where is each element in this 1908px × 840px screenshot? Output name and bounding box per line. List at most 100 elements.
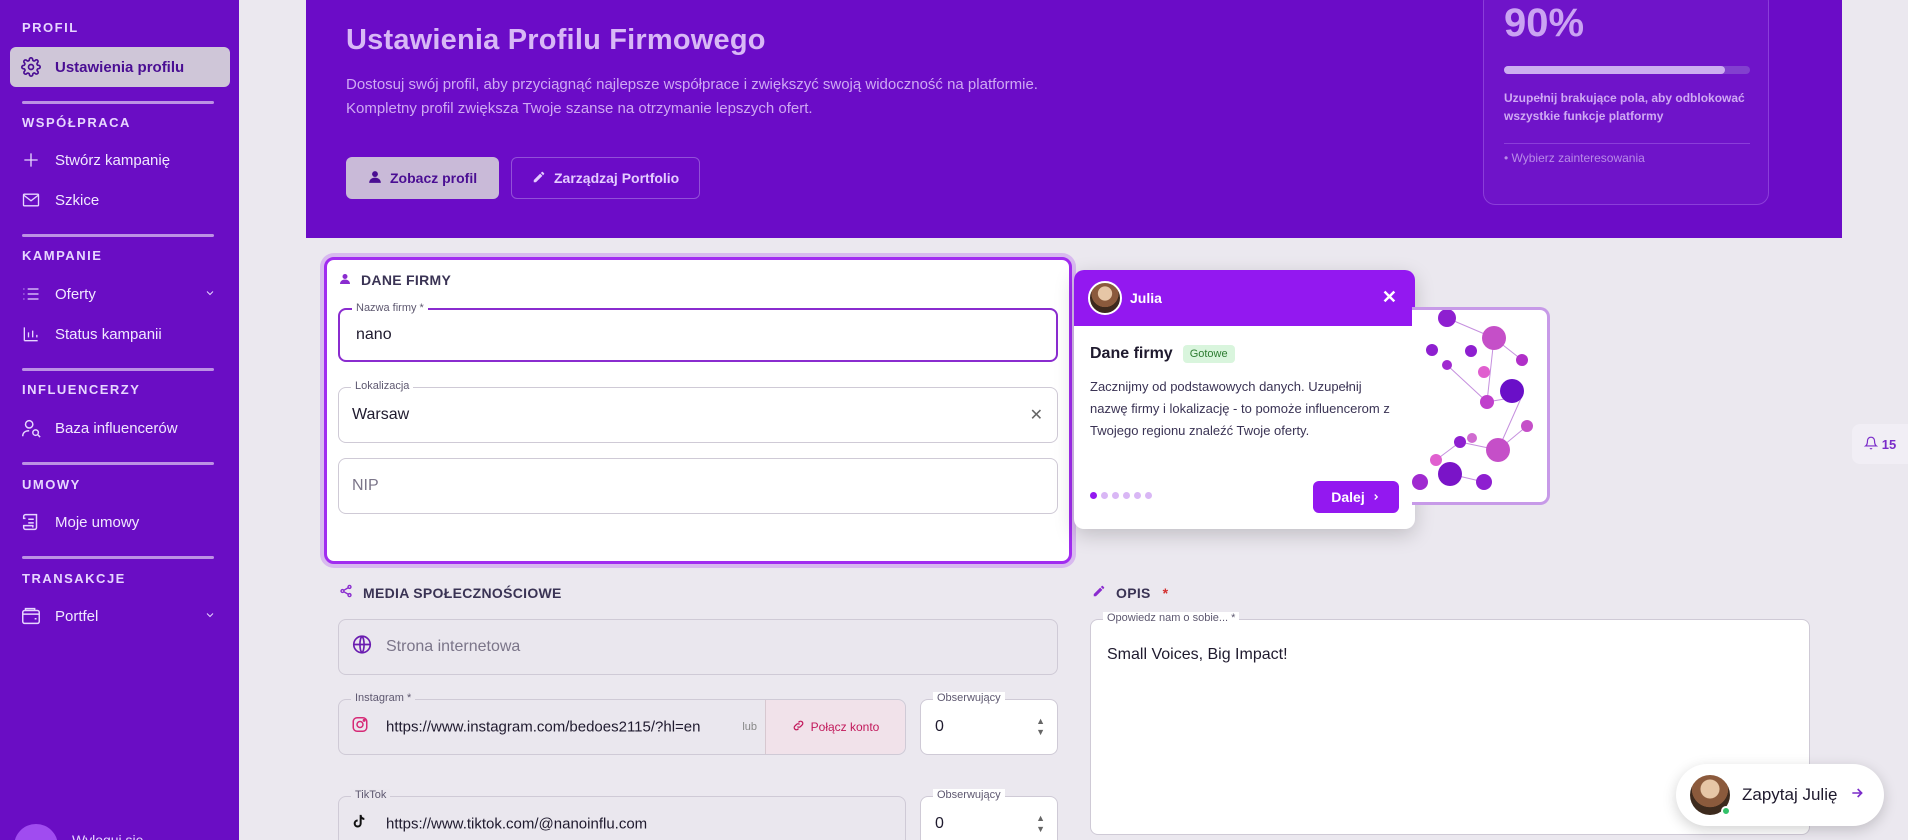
page-description: Dostosuj swój profil, aby przyciągnąć na… [346,76,1038,117]
sidebar-item-stworz-kampanie[interactable]: Stwórz kampanię [10,140,230,180]
bell-icon [1863,436,1878,453]
bar-chart-icon [20,323,42,345]
logout-label[interactable]: Wyloguj się [72,832,143,840]
firm-data-card: DANE FIRMY Nazwa firmy * nano Lokalizacj… [324,257,1072,564]
link-icon [792,719,805,735]
notifications-count: 15 [1881,436,1897,452]
description-label: Opowiedz nam o sobie... * [1103,612,1240,624]
required-marker: * [1162,584,1169,601]
sidebar-item-label: Oferty [55,285,96,303]
close-icon[interactable]: ✕ [1382,287,1397,308]
pencil-icon [532,170,546,187]
social-media-title: MEDIA SPOŁECZNOŚCIOWE [339,584,562,601]
connect-account-button[interactable]: Połącz konto [765,700,905,754]
location-field[interactable]: Lokalizacja Warsaw ✕ [338,380,1058,443]
instagram-label: Instagram * [351,692,416,704]
tiktok-field[interactable]: TikTok https://www.tiktok.com/@nanoinflu… [338,789,906,840]
online-indicator [1721,806,1731,816]
status-badge: Gotowe [1182,345,1235,363]
next-button[interactable]: Dalej [1313,481,1399,513]
or-label: lub [742,721,757,733]
avatar [1088,281,1122,315]
connect-account-label: Połącz konto [810,720,880,734]
chevron-down-icon [204,608,216,625]
sidebar-item-baza-influencerow[interactable]: Baza influencerów [10,408,230,448]
section-transakcje: TRANSAKCJE [22,571,126,586]
scroll-icon [20,511,42,533]
tooltip-title-label: Dane firmy [1090,345,1173,362]
sidebar-item-ustawienia-profilu[interactable]: Ustawienia profilu [10,47,230,87]
location-value: Warsaw [352,406,410,423]
instagram-followers-field[interactable]: Obserwujący 0 ▲ ▼ [920,692,1058,755]
section-wspolpraca: WSPÓŁPRACA [22,115,131,130]
divider [22,234,214,237]
description-title-label: OPIS [1116,584,1151,601]
website-field[interactable]: Strona internetowa [338,619,1058,675]
plus-icon [20,149,42,171]
sidebar-item-moje-umowy[interactable]: Moje umowy [10,502,230,542]
section-profil: PROFIL [22,20,79,35]
onboarding-tooltip: Julia ✕ Dane firmy Gotowe Zacznijmy od p… [1074,270,1415,529]
divider [22,556,214,559]
network-illustration [1412,307,1550,505]
next-label: Dalej [1331,489,1365,505]
user-icon [368,170,382,187]
sidebar-item-szkice[interactable]: Szkice [10,180,230,220]
tiktok-value: https://www.tiktok.com/@nanoinflu.com [386,815,648,833]
number-stepper[interactable]: ▲ ▼ [1036,716,1045,738]
gear-icon [20,56,42,78]
mail-icon [20,189,42,211]
view-profile-button[interactable]: Zobacz profil [346,157,500,199]
network-graphic [1412,309,1533,490]
tiktok-followers-field[interactable]: Obserwujący 0 ▲ ▼ [920,789,1058,840]
tiktok-icon [351,814,367,835]
tiktok-label: TikTok [351,789,391,801]
location-label: Lokalizacja [351,380,414,392]
page-title: Ustawienia Profilu Firmowego [346,24,766,56]
user-search-icon [20,417,42,439]
sidebar-item-status-kampanii[interactable]: Status kampanii [10,314,230,354]
step-dot [1123,492,1130,499]
ask-julia-button[interactable]: Zapytaj Julię [1676,764,1884,826]
pencil-icon [1092,584,1106,601]
firm-data-title-label: DANE FIRMY [361,272,452,288]
step-dot [1112,492,1119,499]
step-dot [1101,492,1108,499]
clear-icon[interactable]: ✕ [1030,405,1043,425]
logout-icon[interactable] [14,824,58,840]
completion-progress-bar [1504,66,1750,74]
tooltip-body: Zacznijmy od podstawowych danych. Uzupeł… [1090,379,1390,438]
assistant-name: Julia [1130,290,1162,306]
manage-portfolio-button[interactable]: Zarządzaj Portfolio [511,157,701,199]
sidebar-item-label: Moje umowy [55,513,140,531]
followers-label: Obserwujący [933,692,1005,704]
sidebar-item-label: Status kampanii [55,325,162,343]
instagram-field[interactable]: Instagram * https://www.instagram.com/be… [338,692,906,755]
number-stepper[interactable]: ▲ ▼ [1036,813,1045,835]
list-icon [20,283,42,305]
user-icon [339,272,351,288]
completion-progress-fill [1504,66,1726,74]
step-dot [1145,492,1152,499]
sidebar-item-label: Baza influencerów [55,419,178,437]
divider [22,368,214,371]
description-title: OPIS * [1092,584,1168,601]
share-icon [339,584,353,601]
firm-data-title: DANE FIRMY [339,272,451,288]
manage-portfolio-label: Zarządzaj Portfolio [554,170,680,186]
sidebar-item-portfel[interactable]: Portfel [10,596,230,636]
sidebar-item-label: Portfel [55,607,99,625]
instagram-icon [351,716,369,739]
step-dot [1134,492,1141,499]
sidebar-item-oferty[interactable]: Oferty [10,274,230,314]
followers-label: Obserwujący [933,789,1005,801]
notifications-button[interactable]: 15 [1852,424,1908,464]
sidebar: PROFIL Ustawienia profilu WSPÓŁPRACA Stw… [0,0,239,840]
avatar [1690,775,1731,816]
instagram-value: https://www.instagram.com/bedoes2115/?hl… [386,718,701,736]
globe-icon [351,634,373,661]
company-name-field[interactable]: Nazwa firmy * nano [338,302,1058,362]
nip-field[interactable]: NIP [338,458,1058,514]
tooltip-header: Julia ✕ [1074,270,1415,326]
missing-item[interactable]: • Wybierz zainteresowania [1504,151,1645,165]
